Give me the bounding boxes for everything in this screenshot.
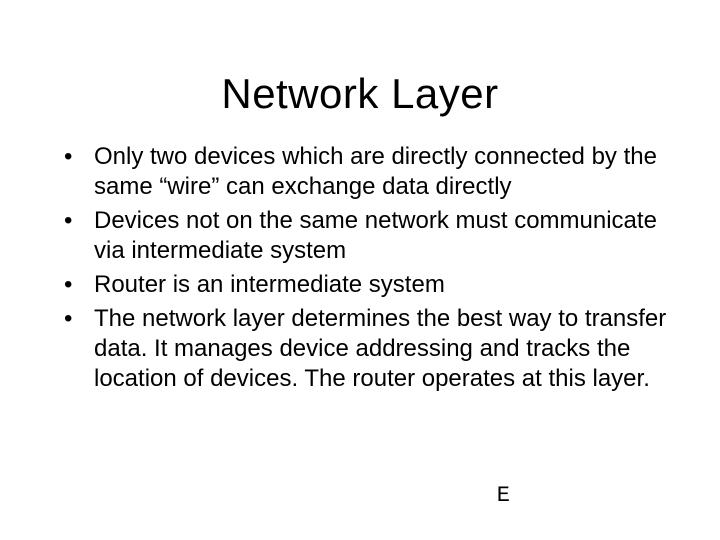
slide-title: Network Layer [0,0,720,128]
slide: Network Layer Only two devices which are… [0,0,720,540]
list-item: Router is an intermediate system [50,270,670,300]
footer-mark: E [497,483,510,508]
list-item: Devices not on the same network must com… [50,206,670,266]
list-item: Only two devices which are directly conn… [50,142,670,202]
bullet-list: Only two devices which are directly conn… [50,142,670,394]
list-item: The network layer determines the best wa… [50,304,670,394]
